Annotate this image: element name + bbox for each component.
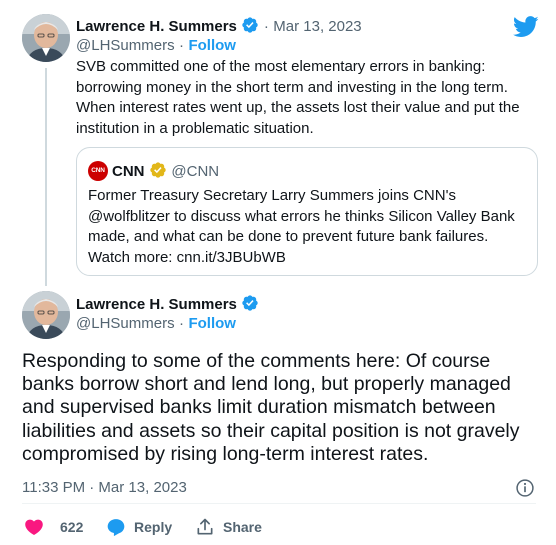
tweet1-header: Lawrence H. Summers · Mar 13, 2023 (76, 16, 362, 36)
follow-button[interactable]: Follow (188, 37, 236, 54)
follow-button[interactable]: Follow (188, 315, 236, 332)
verified-badge-icon (242, 295, 259, 311)
quoted-author-handle: @CNN (171, 163, 220, 180)
heart-icon (25, 519, 43, 535)
tweet-timestamp[interactable]: 11:33 PM · Mar 13, 2023 (22, 479, 187, 496)
cnn-logo-icon: CNN (88, 161, 108, 181)
quoted-tweet-header: CNN @CNN (112, 161, 219, 181)
author-handle[interactable]: @LHSummers (76, 37, 175, 54)
share-button[interactable]: Share (195, 517, 262, 537)
separator: · (179, 315, 185, 332)
avatar[interactable] (22, 291, 70, 339)
thread-line (45, 68, 47, 286)
tweet2-handle-row: @LHSummers · Follow (76, 315, 236, 333)
separator: · (263, 18, 269, 35)
quoted-tweet-text: Former Treasury Secretary Larry Summers … (88, 187, 515, 266)
tweet1-handle-row: @LHSummers · Follow (76, 37, 236, 55)
verified-gold-badge-icon (150, 162, 166, 178)
twitter-bird-icon[interactable] (513, 16, 539, 38)
author-handle[interactable]: @LHSummers (76, 315, 175, 332)
share-label: Share (223, 519, 262, 535)
quoted-tweet[interactable]: CNN CNN @CNN Former Treasury Secretary L… (76, 147, 538, 276)
reply-label: Reply (134, 519, 173, 535)
tweet-text: SVB committed one of the most elementary… (76, 58, 520, 137)
tweet-date[interactable]: Mar 13, 2023 (273, 18, 361, 35)
like-button[interactable]: 622 (24, 517, 83, 537)
share-icon (197, 518, 213, 535)
separator: · (179, 37, 185, 54)
divider (22, 503, 536, 504)
quoted-author-name: CNN (112, 163, 145, 180)
author-name[interactable]: Lawrence H. Summers (76, 296, 237, 313)
reply-button[interactable]: Reply (106, 517, 172, 537)
author-name[interactable]: Lawrence H. Summers (76, 18, 237, 35)
reply-icon (107, 519, 125, 537)
tweet2-header: Lawrence H. Summers (76, 294, 259, 314)
verified-badge-icon (242, 17, 259, 33)
avatar[interactable] (22, 14, 70, 62)
info-icon[interactable] (515, 478, 535, 498)
tweet-text: Responding to some of the comments here:… (22, 350, 520, 465)
like-count: 622 (60, 519, 84, 535)
